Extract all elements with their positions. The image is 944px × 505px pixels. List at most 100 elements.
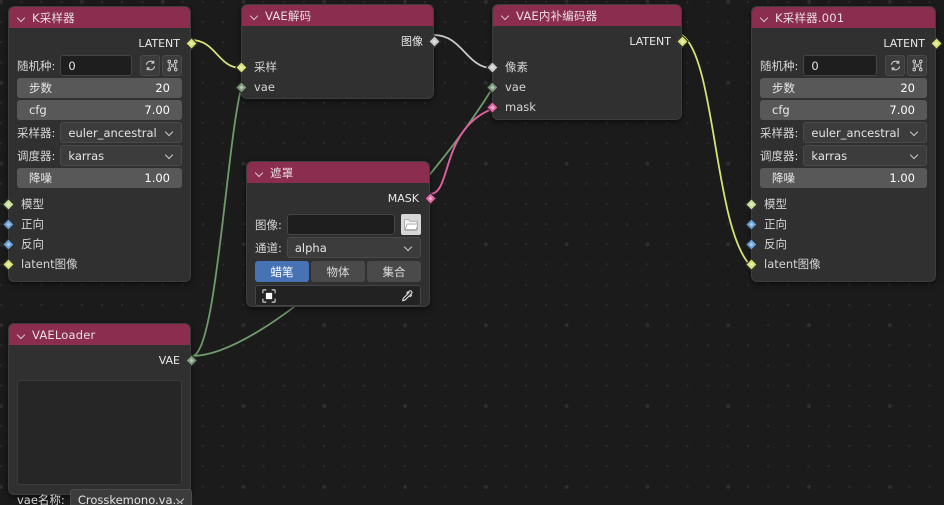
input-pixels[interactable]: 像素 [485, 57, 681, 77]
chevron-down-icon[interactable] [249, 10, 260, 21]
input-vae[interactable]: vae [485, 77, 681, 97]
socket-input-vae[interactable] [234, 80, 248, 94]
sampler-select[interactable]: euler_ancestral [60, 122, 182, 143]
widget-cfg[interactable]: cfg 7.00 [17, 100, 182, 120]
socket-output-latent[interactable] [675, 34, 689, 48]
node-header-ksampler[interactable]: K采样器 [9, 7, 190, 28]
chevron-down-icon[interactable] [254, 167, 265, 178]
scheduler-select[interactable]: karras [60, 145, 182, 166]
node-mask[interactable]: 遮罩 MASK 图像: 通道: alpha 蜡笔 物体 集合 [246, 161, 437, 307]
widget-sampler[interactable]: 采样器: euler_ancestral [760, 122, 927, 143]
input-negative[interactable]: 反向 [744, 234, 935, 254]
widget-vae-name[interactable]: vae名称: Crosskemono.va... [17, 489, 192, 505]
channel-select[interactable]: alpha [286, 237, 421, 258]
socket-input-negative[interactable] [744, 237, 758, 251]
socket-input-negative[interactable] [1, 237, 15, 251]
tab-object[interactable]: 物体 [311, 261, 365, 282]
sampler-select[interactable]: euler_ancestral [803, 122, 927, 143]
widget-denoise[interactable]: 降噪 1.00 [760, 168, 927, 188]
widget-sampler[interactable]: 采样器: euler_ancestral [17, 122, 182, 143]
widget-denoise[interactable]: 降噪 1.00 [17, 168, 182, 188]
output-latent[interactable]: LATENT [752, 33, 943, 53]
scheduler-value: karras [68, 148, 105, 163]
socket-input-pixels[interactable] [485, 60, 499, 74]
widget-image[interactable]: 图像: [255, 214, 421, 235]
socket-output-mask[interactable] [423, 191, 437, 205]
color-picker-row[interactable] [255, 285, 421, 306]
folder-open-icon[interactable] [401, 214, 421, 235]
socket-input-model[interactable] [744, 197, 758, 211]
widget-channel[interactable]: 通道: alpha [255, 237, 421, 258]
input-positive[interactable]: 正向 [1, 214, 190, 234]
socket-output-image[interactable] [427, 34, 441, 48]
eyedropper-icon[interactable] [400, 289, 414, 303]
output-mask[interactable]: MASK [247, 188, 437, 208]
socket-input-vae[interactable] [485, 80, 499, 94]
widget-scheduler[interactable]: 调度器: karras [760, 145, 927, 166]
node-vaeencodeinpaint[interactable]: VAE内补编码器 LATENT 像素 vae mask [485, 4, 689, 120]
input-positive-label: 正向 [764, 217, 787, 231]
node-header-mask[interactable]: 遮罩 [247, 162, 429, 183]
output-latent[interactable]: LATENT [493, 31, 689, 51]
chevron-down-icon[interactable] [500, 10, 511, 21]
scheduler-select[interactable]: karras [803, 145, 927, 166]
image-input[interactable] [286, 214, 395, 235]
output-image[interactable]: 图像 [242, 31, 441, 51]
widget-seed[interactable]: 随机种: 0 [17, 55, 182, 76]
node-header-vaeencodeinpaint[interactable]: VAE内补编码器 [493, 5, 681, 26]
vae-name-select[interactable]: Crosskemono.va... [69, 489, 192, 505]
randomize-seed-icon[interactable] [162, 55, 182, 76]
input-latent-image[interactable]: latent图像 [1, 254, 190, 274]
node-header-vaedecode[interactable]: VAE解码 [242, 5, 433, 26]
seed-input[interactable]: 0 [803, 55, 877, 76]
socket-output-vae[interactable] [184, 353, 198, 367]
node-header-ksampler-001[interactable]: K采样器.001 [752, 7, 935, 28]
chevron-down-icon[interactable] [16, 329, 27, 340]
socket-input-mask[interactable] [485, 100, 499, 114]
node-graph-canvas[interactable]: K采样器 LATENT 随机种: 0 步数 20 cfg 7.00 采样器: e… [0, 0, 944, 505]
socket-output-latent[interactable] [184, 36, 198, 50]
socket-input-positive[interactable] [744, 217, 758, 231]
input-latent-image[interactable]: latent图像 [744, 254, 935, 274]
socket-input-samples[interactable] [234, 60, 248, 74]
widget-seed[interactable]: 随机种: 0 [760, 55, 927, 76]
socket-input-latent-image[interactable] [744, 257, 758, 271]
socket-input-latent-image[interactable] [1, 257, 15, 271]
input-vae[interactable]: vae [234, 77, 433, 97]
refresh-seed-icon[interactable] [885, 55, 905, 76]
input-mask[interactable]: mask [485, 97, 681, 117]
tab-crayon[interactable]: 蜡笔 [255, 261, 309, 282]
socket-input-positive[interactable] [1, 217, 15, 231]
input-model[interactable]: 模型 [744, 194, 935, 214]
widget-cfg[interactable]: cfg 7.00 [760, 100, 927, 120]
input-negative[interactable]: 反向 [1, 234, 190, 254]
input-model[interactable]: 模型 [1, 194, 190, 214]
widget-scheduler[interactable]: 调度器: karras [17, 145, 182, 166]
chevron-down-icon [165, 128, 174, 137]
chevron-down-icon [910, 151, 919, 160]
chevron-down-icon[interactable] [16, 12, 27, 23]
sampler-value: euler_ancestral [811, 125, 900, 140]
widget-steps[interactable]: 步数 20 [760, 78, 927, 98]
socket-output-latent[interactable] [929, 36, 943, 50]
output-vae[interactable]: VAE [9, 350, 198, 370]
scheduler-value: karras [811, 148, 848, 163]
node-ksampler-001[interactable]: K采样器.001 LATENT 随机种: 0 步数 20 cfg 7.00 采样… [744, 6, 943, 282]
color-swatch-icon[interactable] [262, 288, 276, 303]
node-header-vaeloader[interactable]: VAELoader [9, 324, 190, 345]
seed-input[interactable]: 0 [60, 55, 132, 76]
input-samples[interactable]: 采样 [234, 57, 433, 77]
node-vaedecode[interactable]: VAE解码 图像 采样 vae [234, 4, 441, 99]
mask-mode-tabs[interactable]: 蜡笔 物体 集合 [255, 261, 421, 282]
socket-input-model[interactable] [1, 197, 15, 211]
channel-label: 通道: [255, 240, 282, 255]
node-ksampler[interactable]: K采样器 LATENT 随机种: 0 步数 20 cfg 7.00 采样器: e… [1, 6, 198, 282]
widget-steps[interactable]: 步数 20 [17, 78, 182, 98]
output-latent[interactable]: LATENT [9, 33, 198, 53]
chevron-down-icon[interactable] [759, 12, 770, 23]
randomize-seed-icon[interactable] [907, 55, 927, 76]
refresh-seed-icon[interactable] [140, 55, 160, 76]
node-vaeloader[interactable]: VAELoader VAE vae名称: Crosskemono.va... [8, 323, 198, 505]
input-positive[interactable]: 正向 [744, 214, 935, 234]
tab-collection[interactable]: 集合 [367, 261, 421, 282]
